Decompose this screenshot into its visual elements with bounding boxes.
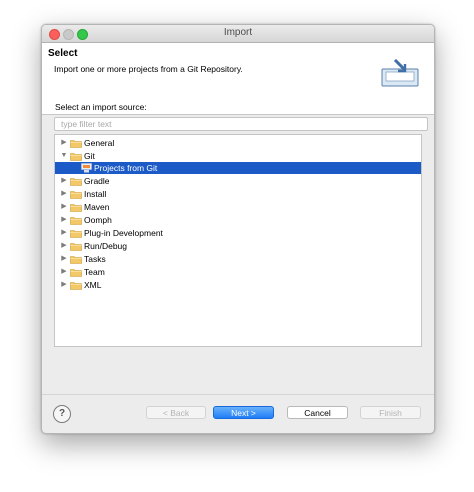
tree-item-xml[interactable]: ▶ XML <box>55 279 421 291</box>
tree-item-label: Tasks <box>84 254 106 264</box>
folder-icon <box>70 282 82 290</box>
folder-icon <box>70 140 82 148</box>
expand-arrow-icon[interactable]: ▶ <box>60 177 68 185</box>
tree-item-label: Git <box>84 151 95 161</box>
tree-item-oomph[interactable]: ▶ Oomph <box>55 214 421 226</box>
tree-item-label: Plug-in Development <box>84 228 163 238</box>
expand-arrow-icon[interactable]: ▶ <box>60 268 68 276</box>
tree-item-label: Maven <box>84 202 110 212</box>
folder-icon <box>70 204 82 212</box>
folder-icon <box>70 269 82 277</box>
tree-item-label: Projects from Git <box>94 163 158 173</box>
tree-item-label: Gradle <box>84 176 110 186</box>
tree-item-maven[interactable]: ▶ Maven <box>55 201 421 213</box>
import-dialog: Import Select Import one or more project… <box>41 24 435 434</box>
cancel-button[interactable]: Cancel <box>287 406 348 419</box>
tree-item-label: Install <box>84 189 107 199</box>
window-title: Import <box>223 27 253 38</box>
expand-arrow-icon[interactable]: ▶ <box>60 139 68 147</box>
tree-item-label: General <box>84 138 115 148</box>
expand-arrow-icon[interactable]: ▶ <box>60 242 68 250</box>
expand-arrow-icon[interactable]: ▶ <box>60 255 68 263</box>
tree-item-label: XML <box>84 280 102 290</box>
folder-icon <box>70 217 82 225</box>
expand-arrow-icon[interactable]: ▶ <box>60 203 68 211</box>
back-button[interactable]: < Back <box>146 406 206 419</box>
tree-item-gradle[interactable]: ▶ Gradle <box>55 175 421 187</box>
expand-arrow-icon[interactable]: ▶ <box>60 216 68 224</box>
tree-item-run-debug[interactable]: ▶ Run/Debug <box>55 240 421 252</box>
next-button[interactable]: Next > <box>213 406 274 419</box>
tree-item-tasks[interactable]: ▶ Tasks <box>55 253 421 265</box>
folder-icon <box>70 191 82 199</box>
folder-icon <box>70 256 82 264</box>
folder-icon <box>70 178 82 186</box>
import-wizard-icon <box>381 59 419 87</box>
page-title: Select <box>48 48 78 59</box>
filter-input[interactable] <box>54 117 428 131</box>
tree-item-git[interactable]: ▼ Git <box>55 150 421 162</box>
tree-item-general[interactable]: ▶ General <box>55 137 421 149</box>
tree-item-team[interactable]: ▶ Team <box>55 266 421 278</box>
tree-item-label: Team <box>84 267 105 277</box>
tree-item-install[interactable]: ▶ Install <box>55 188 421 200</box>
tree-item-label: Run/Debug <box>84 241 128 251</box>
tree-item-plug-in-development[interactable]: ▶ Plug-in Development <box>55 227 421 239</box>
expand-arrow-icon[interactable]: ▶ <box>60 190 68 198</box>
footer-divider <box>42 394 434 395</box>
expand-arrow-icon[interactable]: ▶ <box>60 229 68 237</box>
git-repository-icon <box>81 163 92 173</box>
collapse-arrow-icon[interactable]: ▼ <box>60 152 68 160</box>
folder-open-icon <box>70 153 82 161</box>
finish-button[interactable]: Finish <box>360 406 421 419</box>
title-bar[interactable]: Import <box>42 25 434 43</box>
page-description: Import one or more projects from a Git R… <box>54 64 243 74</box>
tree-item-label: Oomph <box>84 215 112 225</box>
import-source-tree[interactable]: ▶ General ▼ Git Projects from Git ▶ Grad… <box>54 134 422 347</box>
folder-icon <box>70 243 82 251</box>
folder-icon <box>70 230 82 238</box>
tree-item-projects-from-git[interactable]: Projects from Git <box>55 162 421 174</box>
help-button[interactable]: ? <box>53 405 71 423</box>
expand-arrow-icon[interactable]: ▶ <box>60 281 68 289</box>
import-source-label: Select an import source: <box>55 102 147 112</box>
